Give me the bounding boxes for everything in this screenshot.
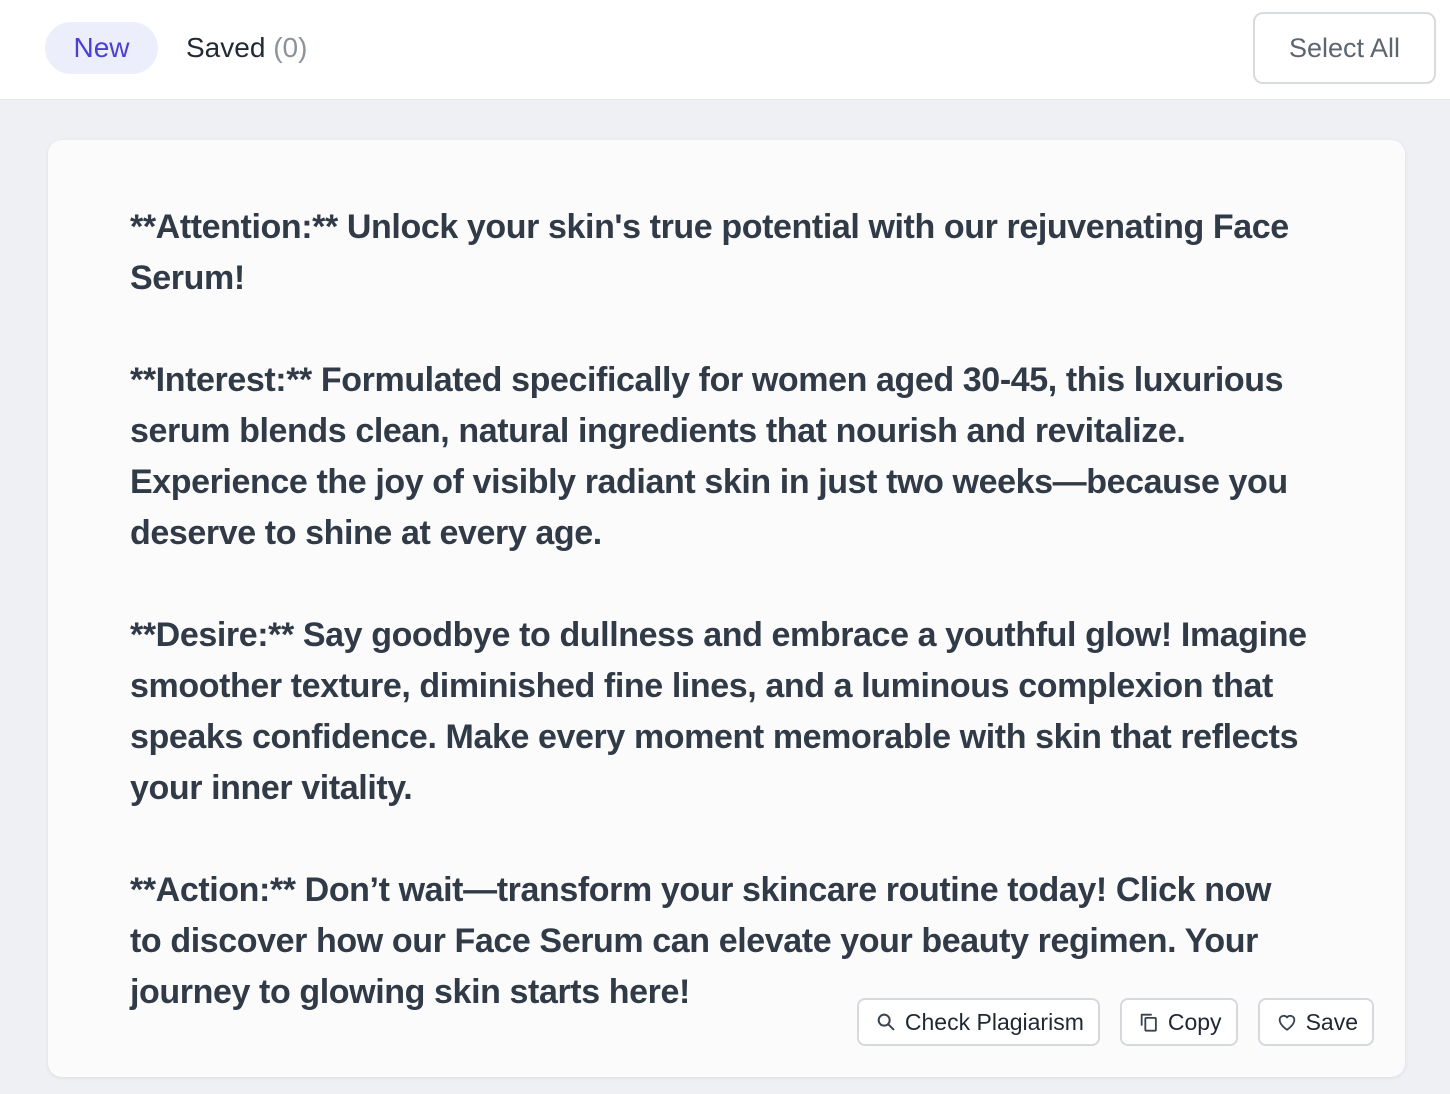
result-card[interactable]: **Attention:** Unlock your skin's true p…	[48, 140, 1405, 1077]
save-button[interactable]: Save	[1257, 998, 1374, 1046]
copy-button[interactable]: Copy	[1119, 998, 1238, 1046]
heart-icon	[1276, 1011, 1298, 1033]
save-label: Save	[1305, 1008, 1358, 1035]
copy-label: Copy	[1167, 1008, 1222, 1035]
result-paragraph-action: **Action:** Don’t wait—transform your sk…	[130, 871, 1271, 1011]
copy-icon	[1138, 1011, 1160, 1033]
saved-count: (0)	[273, 32, 308, 63]
result-paragraph-attention: **Attention:** Unlock your skin's true p…	[130, 208, 1289, 297]
tab-saved[interactable]: Saved (0)	[186, 22, 307, 74]
check-plagiarism-label: Check Plagiarism	[904, 1008, 1084, 1035]
top-bar: New Saved (0) Select All	[0, 0, 1450, 100]
result-paragraph-interest: **Interest:** Formulated specifically fo…	[130, 361, 1288, 552]
result-actions: Check Plagiarism Copy Save	[856, 998, 1374, 1046]
select-all-button[interactable]: Select All	[1253, 12, 1436, 84]
search-icon	[875, 1011, 897, 1033]
result-paragraph-desire: **Desire:** Say goodbye to dullness and …	[130, 616, 1307, 807]
check-plagiarism-button[interactable]: Check Plagiarism	[856, 998, 1100, 1046]
tab-saved-label: Saved	[186, 32, 266, 63]
result-text: **Attention:** Unlock your skin's true p…	[130, 202, 1310, 1018]
tab-new[interactable]: New	[45, 22, 158, 74]
